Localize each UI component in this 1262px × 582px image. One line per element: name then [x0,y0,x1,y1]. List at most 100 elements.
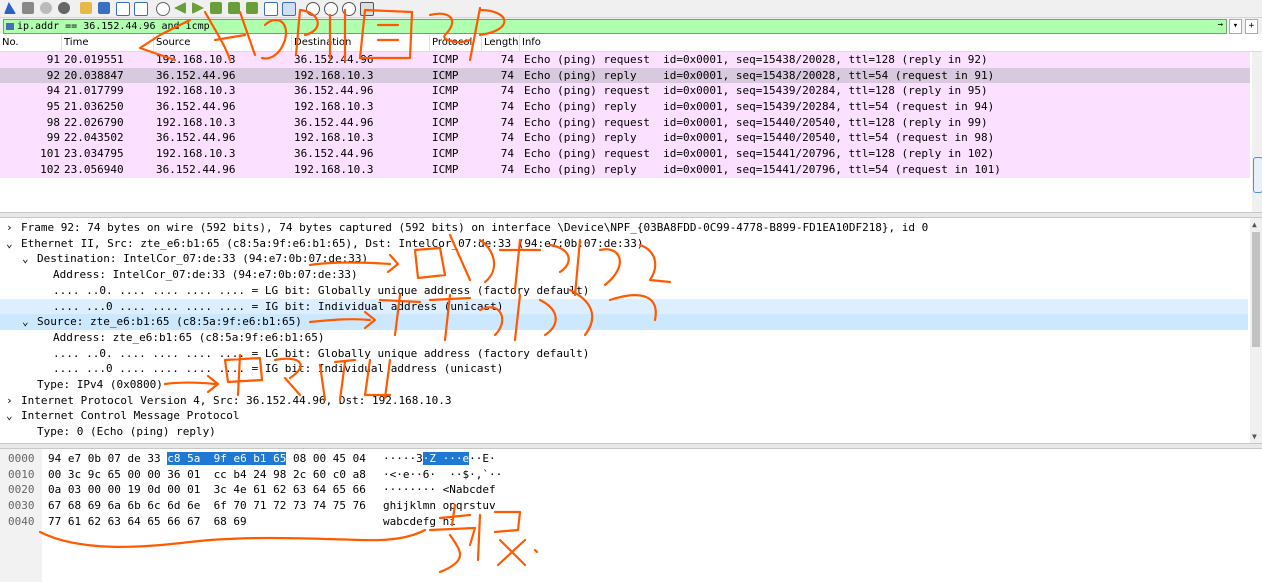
detail-line[interactable]: ⌄ Source: zte_e6:b1:65 (c8:5a:9f:e6:b1:65… [0,314,1248,330]
packet-rows: 91 20.019551 192.168.10.3 36.152.44.96 ICMP 7… [0,52,1250,178]
detail-line[interactable]: ⌄ Internet Control Message Protocol [0,408,1248,424]
ascii-bytes[interactable]: ghijklmn opqrstuv [383,498,496,514]
stop-icon[interactable] [22,2,34,14]
expand-toggle-icon[interactable]: ⌄ [22,314,32,330]
packet-source: 192.168.10.3 [156,53,236,66]
hex-bytes[interactable]: 67 68 69 6a 6b 6c 6d 6e 6f 70 71 72 73 7… [48,498,366,514]
detail-line[interactable]: Address: zte_e6:b1:65 (c8:5a:9f:e6:b1:65… [0,330,1248,346]
first-icon[interactable] [228,2,240,14]
packet-number: 94 [46,84,60,98]
packet-row[interactable]: 102 23.056940 36.152.44.96 192.168.10.3 ICMP… [0,161,1250,178]
ascii-segment: ghijklmn opqrstuv [383,499,496,513]
scrollbar-thumb[interactable] [1253,157,1262,193]
ascii-bytes[interactable]: wabcdefg hi [383,514,456,530]
find-icon[interactable] [156,2,170,16]
byte-offset: 0010 [8,467,35,481]
packet-destination: 192.168.10.3 [294,162,374,176]
restart-icon[interactable] [40,2,52,14]
expand-toggle-icon[interactable]: › [6,393,16,409]
packet-number: 98 [46,115,60,129]
resize-columns-icon[interactable] [360,2,374,16]
scrollbar-thumb[interactable] [1252,232,1260,347]
zoom-in-icon[interactable] [306,2,320,16]
ascii-bytes[interactable]: ·<·e··6· ··$·,`·· [383,467,502,483]
open-icon[interactable] [80,2,92,14]
packet-row[interactable]: 92 20.038847 36.152.44.96 192.168.10.3 ICMP 7… [0,67,1250,84]
packet-time: 23.034795 [64,147,124,161]
column-header-info[interactable]: Info [520,35,1250,51]
byte-offset: 0000 [8,452,35,465]
detail-line[interactable]: .... ...0 .... .... .... .... = IG bit: … [0,361,1248,377]
bookmark-icon[interactable] [6,23,14,30]
hex-segment: 94 e7 0b 07 de 33 [48,452,168,465]
add-filter-button[interactable]: + [1245,19,1258,34]
detail-line[interactable]: ⌄ Destination: IntelCor_07:de:33 (94:e7:0… [0,251,1248,267]
column-header-time[interactable]: Time [62,35,154,51]
save-icon[interactable] [98,2,110,14]
last-icon[interactable] [246,2,258,14]
close-file-icon[interactable] [116,2,130,16]
go-to-icon[interactable] [210,2,222,14]
reload-icon[interactable] [134,2,148,16]
scroll-down-icon[interactable]: ▼ [1252,432,1257,441]
colorize-icon[interactable] [282,2,296,16]
packet-number: 95 [46,100,60,114]
detail-line[interactable]: › Frame 92: 74 bytes on wire (592 bits), … [0,220,1248,236]
packet-length: 74 [500,53,514,66]
expand-toggle-icon[interactable]: ⌄ [22,251,32,267]
shark-fin-icon[interactable] [4,2,16,14]
back-icon[interactable] [174,2,186,14]
expand-toggle-icon[interactable]: ⌄ [6,408,16,424]
detail-line[interactable]: Type: IPv4 (0x0800) [0,377,1248,393]
hex-bytes[interactable]: 77 61 62 63 64 65 66 67 68 69 [48,514,247,530]
expand-toggle-icon[interactable]: › [6,220,16,236]
forward-icon[interactable] [192,2,204,14]
column-header-destination[interactable]: Destination [292,35,430,51]
detail-line[interactable]: › Internet Protocol Version 4, Src: 36.15… [0,393,1248,409]
packet-list-scrollbar[interactable] [1252,52,1262,213]
hex-bytes[interactable]: 0a 03 00 00 19 0d 00 01 3c 4e 61 62 63 6… [48,482,366,498]
packet-number: 99 [46,131,60,145]
packet-info: Echo (ping) request id=0x0001, seq=15440… [524,115,988,129]
detail-line[interactable]: ⌄ Ethernet II, Src: zte_e6:b1:65 (c8:5a:9… [0,236,1248,252]
packet-time: 22.026790 [64,115,124,129]
details-scrollbar[interactable]: ▲ ▼ [1250,218,1262,444]
column-header-protocol[interactable]: Protocol [430,35,482,51]
hex-bytes[interactable]: 00 3c 9c 65 00 00 36 01 cc b4 24 98 2c 6… [48,467,366,483]
packet-details-pane: › Frame 92: 74 bytes on wire (592 bits), … [0,218,1262,444]
autoscroll-icon[interactable] [264,2,278,16]
filter-dropdown-icon[interactable]: ▾ [1229,19,1242,34]
packet-row[interactable]: 101 23.034795 192.168.10.3 36.152.44.96 ICMP… [0,146,1250,162]
packet-row[interactable]: 98 22.026790 192.168.10.3 36.152.44.96 ICMP 7… [0,114,1250,131]
packet-row[interactable]: 91 20.019551 192.168.10.3 36.152.44.96 ICMP 7… [0,52,1250,68]
packet-row[interactable]: 99 22.043502 36.152.44.96 192.168.10.3 ICMP 7… [0,130,1250,147]
apply-filter-arrow-icon[interactable]: → [1215,19,1226,32]
selected-hex-bytes: c8 5a 9f e6 b1 65 [167,452,287,465]
ascii-bytes[interactable]: ·····3·Z ···e··E· [383,451,496,467]
packet-row[interactable]: 95 21.036250 36.152.44.96 192.168.10.3 ICMP 7… [0,99,1250,115]
ascii-bytes[interactable]: ········ <Nabcdef [383,482,496,498]
packet-destination: 36.152.44.96 [294,53,374,66]
expand-toggle-icon[interactable]: ⌄ [6,236,16,252]
packet-info: Echo (ping) reply id=0x0001, seq=15440/2… [524,131,995,145]
normal-size-icon[interactable] [342,2,356,16]
detail-line[interactable]: .... ..0. .... .... .... .... = LG bit: … [0,346,1248,362]
ascii-segment: ········ <Nabcdef [383,483,496,497]
packet-row[interactable]: 94 21.017799 192.168.10.3 36.152.44.96 ICMP 7… [0,83,1250,100]
scroll-up-icon[interactable]: ▲ [1252,220,1257,229]
column-header-no[interactable]: No. [0,35,62,51]
detail-line[interactable]: Address: IntelCor_07:de:33 (94:e7:0b:07:… [0,267,1248,283]
column-header-length[interactable]: Length [482,35,520,51]
column-header-source[interactable]: Source [154,35,292,51]
detail-line[interactable]: .... ...0 .... .... .... .... = IG bit: … [0,298,1248,315]
detail-line[interactable]: .... ..0. .... .... .... .... = LG bit: … [0,283,1248,299]
zoom-out-icon[interactable] [324,2,338,16]
packet-time: 20.038847 [64,68,124,82]
packet-source: 36.152.44.96 [156,162,236,176]
detail-text: Internet Protocol Version 4, Src: 36.152… [21,393,452,407]
detail-line[interactable]: Type: 0 (Echo (ping) reply) [0,424,1248,440]
hex-bytes[interactable]: 94 e7 0b 07 de 33 c8 5a 9f e6 b1 65 08 0… [48,451,366,467]
options-icon[interactable] [58,2,70,14]
display-filter-input[interactable]: ip.addr == 36.152.44.96 and icmp [3,19,1227,34]
packet-list-pane: No. Time Source Destination Protocol Len… [0,35,1262,213]
